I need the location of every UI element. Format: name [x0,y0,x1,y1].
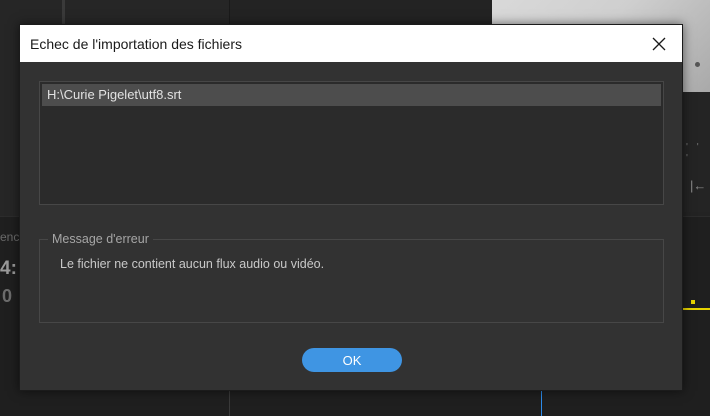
file-list-item[interactable]: H:\Curie Pigelet\utf8.srt [42,84,661,106]
import-error-dialog: Echec de l'importation des fichiers H:\C… [19,24,683,391]
background-timecode-secondary: 0 [2,286,13,306]
error-group-label: Message d'erreur [48,232,153,246]
background-marker-line [683,308,710,310]
background-track-divider [229,390,230,416]
background-timecode: 4: [0,258,17,279]
ok-button[interactable]: OK [302,348,402,372]
step-back-icon: |← [690,178,707,193]
background-partial-label: enc [0,230,20,244]
dialog-titlebar: Echec de l'importation des fichiers [20,25,682,62]
background-panel-divider [62,0,65,24]
background-ruler-ticks: ' ' ' [686,142,702,164]
failed-files-list[interactable]: H:\Curie Pigelet\utf8.srt [39,81,664,205]
close-icon [652,37,666,50]
dialog-title: Echec de l'importation des fichiers [30,36,242,52]
error-message-text: Le fichier ne contient aucun flux audio … [60,257,325,271]
background-video-dot [695,62,700,67]
error-message-group: Message d'erreur Le fichier ne contient … [39,232,664,323]
background-playhead [541,390,542,416]
close-button[interactable] [636,25,682,62]
background-marker-dot [691,300,695,304]
